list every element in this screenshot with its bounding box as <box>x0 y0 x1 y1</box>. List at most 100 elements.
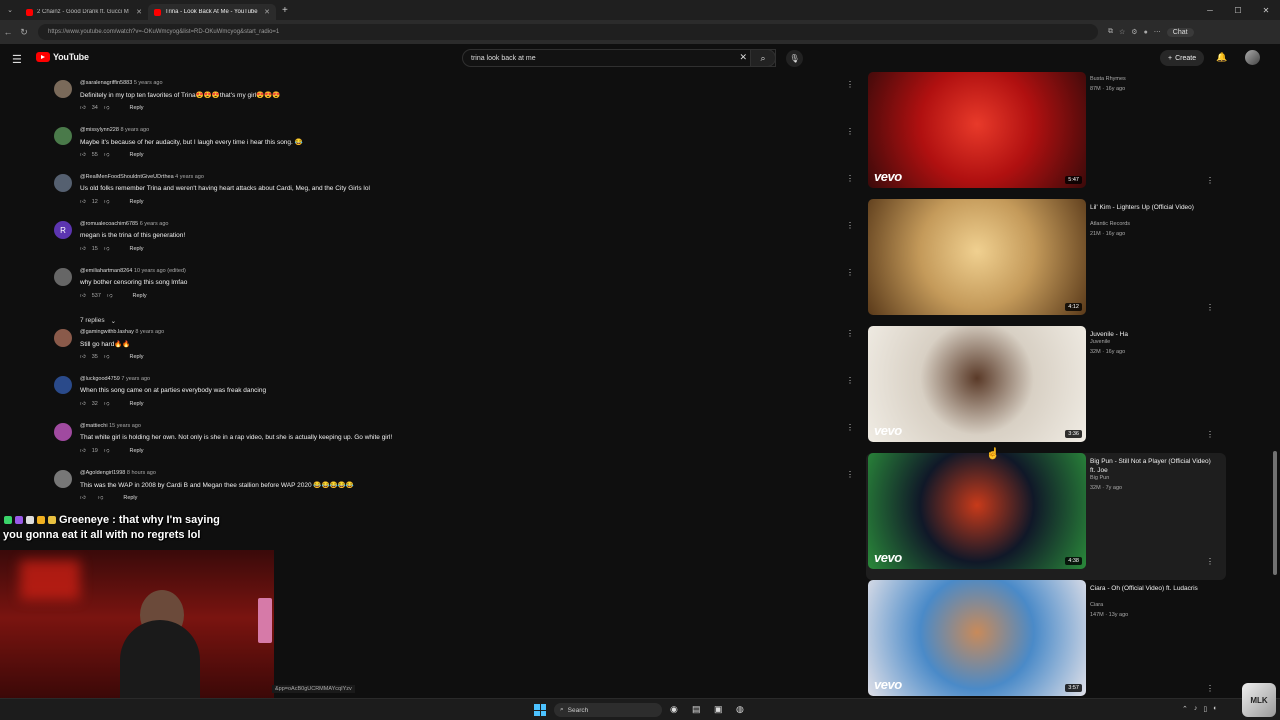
hamburger-menu-icon[interactable]: ☰ <box>12 53 22 66</box>
url-field[interactable]: https://www.youtube.com/watch?v=-OKuWmcy… <box>38 24 1098 40</box>
like-icon[interactable]: 👍︎ <box>80 199 86 205</box>
file-explorer-icon[interactable]: ▤ <box>692 704 701 715</box>
tab-2[interactable]: Trina - Look Back At Me - YouTube ✕ <box>148 4 276 20</box>
recommended-video[interactable]: vevo 3:36 Juvenile - Ha Juvenile 32M · 1… <box>866 326 1226 453</box>
dislike-icon[interactable]: 👎︎ <box>104 246 110 252</box>
comment-handle[interactable]: @mattiechi <box>80 423 108 429</box>
youtube-logo[interactable]: YouTube <box>36 52 89 62</box>
comment-handle[interactable]: @RealMenFoodShouldntGiveUDrthea <box>80 174 174 180</box>
dislike-icon[interactable]: 👎︎ <box>104 105 110 111</box>
like-icon[interactable]: 👍︎ <box>80 354 86 360</box>
dislike-icon[interactable]: 👎︎ <box>104 401 110 407</box>
comment-time[interactable]: 8 years ago <box>120 127 149 133</box>
recommended-video[interactable]: 4:12 Lil' Kim - Lighters Up (Official Vi… <box>866 199 1226 326</box>
channel-name[interactable]: Ciara <box>1090 602 1103 608</box>
video-thumbnail[interactable]: vevo 3:36 <box>868 326 1086 442</box>
reply-button[interactable]: Reply <box>129 105 143 111</box>
comment-more-icon[interactable]: ⋮ <box>846 376 854 385</box>
dislike-icon[interactable]: 👎︎ <box>107 293 113 299</box>
video-thumbnail[interactable]: vevo 5:47 <box>868 72 1086 188</box>
video-thumbnail[interactable]: 4:12 <box>868 199 1086 315</box>
comment-more-icon[interactable]: ⋮ <box>846 423 854 432</box>
windows-start-icon[interactable] <box>534 704 546 716</box>
search-button[interactable]: ⌕ <box>750 49 776 67</box>
comment-time[interactable]: 7 years ago <box>121 376 150 382</box>
maximize-icon[interactable]: ☐ <box>1224 6 1252 15</box>
profile-icon[interactable]: ● <box>1144 29 1148 36</box>
volume-icon[interactable]: ◐ <box>1213 705 1217 713</box>
comment-time[interactable]: 8 years ago <box>135 329 164 335</box>
dislike-icon[interactable]: 👎︎ <box>98 495 104 501</box>
dislike-icon[interactable]: 👎︎ <box>104 199 110 205</box>
new-tab-icon[interactable]: + <box>282 5 288 16</box>
extensions-icon[interactable]: ⚙ <box>1131 28 1137 36</box>
video-thumbnail[interactable]: vevo 4:38 <box>868 453 1086 569</box>
comment-more-icon[interactable]: ⋮ <box>846 127 854 136</box>
reply-button[interactable]: Reply <box>129 354 143 360</box>
like-icon[interactable]: 👍︎ <box>80 401 86 407</box>
commenter-avatar[interactable] <box>54 80 72 98</box>
comment-time[interactable]: 6 years ago <box>140 221 169 227</box>
video-more-icon[interactable]: ⋮ <box>1206 303 1214 312</box>
recommended-video[interactable]: vevo 3:57 Ciara - Oh (Official Video) ft… <box>866 580 1226 707</box>
comment-more-icon[interactable]: ⋮ <box>846 221 854 230</box>
channel-name[interactable]: Atlantic Records <box>1090 221 1130 227</box>
comment-more-icon[interactable]: ⋮ <box>846 268 854 277</box>
app-icon[interactable]: ▣ <box>714 704 723 715</box>
minimize-icon[interactable]: ─ <box>1196 6 1224 15</box>
comment-time[interactable]: 4 years ago <box>175 174 204 180</box>
browser-menu-icon[interactable]: ⋯ <box>1154 28 1161 36</box>
video-title[interactable]: Ciara - Oh (Official Video) ft. Ludacris <box>1090 584 1216 593</box>
reply-button[interactable]: Reply <box>129 401 143 407</box>
reply-button[interactable]: Reply <box>133 293 147 299</box>
video-more-icon[interactable]: ⋮ <box>1206 557 1214 566</box>
comment-time[interactable]: 15 years ago <box>109 423 141 429</box>
channel-name[interactable]: Big Pun <box>1090 475 1109 481</box>
comment-handle[interactable]: @gamingwithb.lashay <box>80 329 134 335</box>
comment-more-icon[interactable]: ⋮ <box>846 174 854 183</box>
like-icon[interactable]: 👍︎ <box>80 495 86 501</box>
commenter-avatar[interactable] <box>54 423 72 441</box>
clear-search-icon[interactable]: ✕ <box>739 52 747 63</box>
reload-icon[interactable]: ↻ <box>16 27 32 38</box>
video-title[interactable]: Lil' Kim - Lighters Up (Official Video) <box>1090 203 1216 212</box>
close-tab-icon[interactable]: ✕ <box>136 8 142 16</box>
comment-time[interactable]: 5 years ago <box>134 80 163 86</box>
channel-name[interactable]: Juvenile <box>1090 339 1110 345</box>
commenter-avatar[interactable] <box>54 127 72 145</box>
like-icon[interactable]: 👍︎ <box>80 105 86 111</box>
create-button[interactable]: + Create <box>1160 50 1205 66</box>
channel-name[interactable]: Busta Rhymes <box>1090 76 1126 82</box>
video-thumbnail[interactable]: vevo 3:57 <box>868 580 1086 696</box>
notifications-bell-icon[interactable]: 🔔 <box>1216 52 1227 63</box>
commenter-avatar[interactable]: R <box>54 221 72 239</box>
network-icon[interactable]: ▯ <box>1203 705 1207 713</box>
comment-handle[interactable]: @saralenagriffin5883 <box>80 80 132 86</box>
comment-handle[interactable]: @romualecoachim6785 <box>80 221 138 227</box>
comment-time[interactable]: 10 years ago (edited) <box>134 268 186 274</box>
account-avatar[interactable] <box>1245 50 1260 65</box>
dislike-icon[interactable]: 👎︎ <box>104 152 110 158</box>
recommended-video[interactable]: vevo 4:38 Big Pun - Still Not a Player (… <box>866 453 1226 580</box>
video-title[interactable]: Big Pun - Still Not a Player (Official V… <box>1090 457 1216 475</box>
replies-toggle[interactable]: 7 replies ⌄ <box>80 317 116 325</box>
comment-time[interactable]: 8 hours ago <box>127 470 156 476</box>
video-more-icon[interactable]: ⋮ <box>1206 176 1214 185</box>
bookmark-star-icon[interactable]: ☆ <box>1119 28 1125 36</box>
mic-icon[interactable]: ♪ <box>1194 705 1198 713</box>
tab-1[interactable]: 2 Chainz - Good Drank ft. Gucci M ✕ <box>20 4 148 20</box>
like-icon[interactable]: 👍︎ <box>80 293 86 299</box>
reply-button[interactable]: Reply <box>129 199 143 205</box>
discord-icon[interactable]: ◍ <box>736 704 744 715</box>
reply-button[interactable]: Reply <box>129 246 143 252</box>
reply-button[interactable]: Reply <box>129 448 143 454</box>
tray-chevron-icon[interactable]: ⌃ <box>1182 705 1188 713</box>
reply-button[interactable]: Reply <box>129 152 143 158</box>
comment-handle[interactable]: @luckgood4759 <box>80 376 120 382</box>
chrome-icon[interactable]: ◉ <box>670 704 678 715</box>
dislike-icon[interactable]: 👎︎ <box>104 354 110 360</box>
search-input[interactable]: trina look back at me ✕ ⌕ <box>462 49 776 67</box>
taskbar-search[interactable]: ⌕ Search <box>554 703 662 717</box>
reply-button[interactable]: Reply <box>123 495 137 501</box>
comment-more-icon[interactable]: ⋮ <box>846 470 854 479</box>
